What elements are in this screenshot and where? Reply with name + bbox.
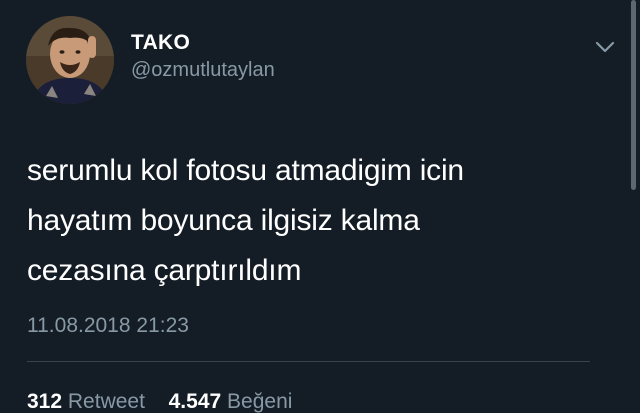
tweet-text-line: cezasına çarptırıldım xyxy=(27,254,302,287)
divider xyxy=(27,361,590,362)
like-count: 4.547 xyxy=(168,390,222,413)
tweet-text: serumlu kol fotosu atmadigim icin hayatı… xyxy=(27,146,607,296)
retweet-stat[interactable]: 312 Retweet xyxy=(27,390,151,413)
tweet-card: TAKO @ozmutlutaylan serumlu kol fotosu a… xyxy=(0,0,640,413)
tweet-text-line: serumlu kol fotosu atmadigim icin xyxy=(27,154,464,187)
engagement-stats: 312 Retweet 4.547 Beğeni xyxy=(27,390,292,413)
like-stat[interactable]: 4.547 Beğeni xyxy=(169,390,293,413)
like-label: Beğeni xyxy=(227,390,293,413)
chevron-down-icon[interactable] xyxy=(594,38,616,56)
retweet-label: Retweet xyxy=(67,390,145,413)
avatar[interactable] xyxy=(26,16,114,104)
scrollbar[interactable] xyxy=(631,0,636,190)
user-info: TAKO @ozmutlutaylan xyxy=(131,30,275,84)
tweet-text-line: hayatım boyunca ilgisiz kalma xyxy=(27,204,420,237)
display-name[interactable]: TAKO xyxy=(131,30,275,56)
username-handle[interactable]: @ozmutlutaylan xyxy=(131,56,275,84)
avatar-image xyxy=(26,16,114,104)
tweet-timestamp[interactable]: 11.08.2018 21:23 xyxy=(27,314,189,338)
retweet-count: 312 xyxy=(27,390,63,413)
tweet-header: TAKO @ozmutlutaylan xyxy=(26,16,616,106)
